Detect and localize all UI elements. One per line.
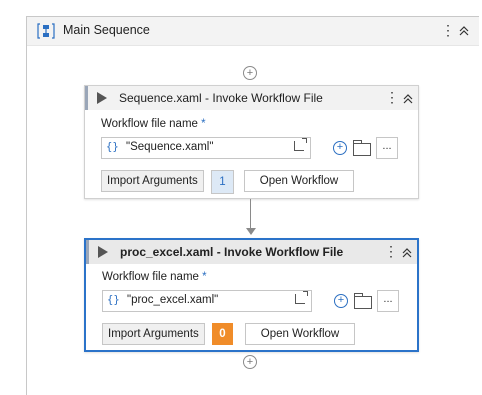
folder-icon[interactable]: [353, 140, 371, 156]
expression-icon: {}: [106, 141, 119, 153]
activity-header[interactable]: Sequence.xaml - Invoke Workflow File ⋮: [85, 86, 418, 110]
expand-editor-icon[interactable]: [294, 138, 307, 151]
workflow-file-name-input[interactable]: {} "proc_excel.xaml": [102, 290, 312, 312]
workflow-file-name-label: Workflow file name *: [102, 271, 207, 283]
open-workflow-button[interactable]: Open Workflow: [244, 170, 354, 192]
main-sequence-title: Main Sequence: [63, 23, 150, 37]
open-workflow-button[interactable]: Open Workflow: [245, 323, 355, 345]
invoke-workflow-activity-sequence[interactable]: Sequence.xaml - Invoke Workflow File ⋮ W…: [84, 85, 419, 199]
import-arguments-button[interactable]: Import Arguments: [102, 323, 205, 345]
more-options-icon[interactable]: ⋮: [385, 89, 399, 105]
add-activity-top-icon[interactable]: +: [243, 66, 257, 80]
add-activity-bottom-icon[interactable]: +: [243, 355, 257, 369]
main-sequence-header[interactable]: Main Sequence ⋮: [27, 17, 479, 46]
collapse-icon[interactable]: [402, 245, 412, 261]
play-icon: [97, 92, 107, 104]
add-icon[interactable]: +: [334, 294, 348, 308]
workflow-file-value: "Sequence.xaml": [126, 141, 214, 153]
more-options-icon[interactable]: ⋮: [384, 243, 398, 259]
activity-header[interactable]: proc_excel.xaml - Invoke Workflow File ⋮: [86, 240, 417, 264]
collapse-icon[interactable]: [459, 24, 469, 40]
invoke-workflow-activity-proc-excel[interactable]: proc_excel.xaml - Invoke Workflow File ⋮…: [84, 238, 419, 352]
expression-icon: {}: [107, 294, 120, 306]
expand-editor-icon[interactable]: [295, 291, 308, 304]
argument-count-badge: 1: [211, 170, 234, 194]
connector-arrow-icon: [246, 228, 256, 235]
activity-title: proc_excel.xaml - Invoke Workflow File: [120, 245, 344, 259]
workflow-file-value: "proc_excel.xaml": [127, 294, 219, 306]
argument-count-badge: 0: [212, 323, 233, 345]
more-options-icon[interactable]: ⋮: [441, 22, 455, 38]
sequence-icon: [37, 23, 55, 39]
activity-title: Sequence.xaml - Invoke Workflow File: [119, 91, 323, 105]
import-arguments-button[interactable]: Import Arguments: [101, 170, 204, 192]
connector-line: [250, 199, 251, 229]
play-icon: [98, 246, 108, 258]
folder-icon[interactable]: [354, 293, 372, 309]
add-icon[interactable]: +: [333, 141, 347, 155]
collapse-icon[interactable]: [403, 91, 413, 107]
browse-button[interactable]: ...: [376, 137, 398, 159]
workflow-file-name-input[interactable]: {} "Sequence.xaml": [101, 137, 311, 159]
browse-button[interactable]: ...: [377, 290, 399, 312]
workflow-file-name-label: Workflow file name *: [101, 118, 206, 130]
